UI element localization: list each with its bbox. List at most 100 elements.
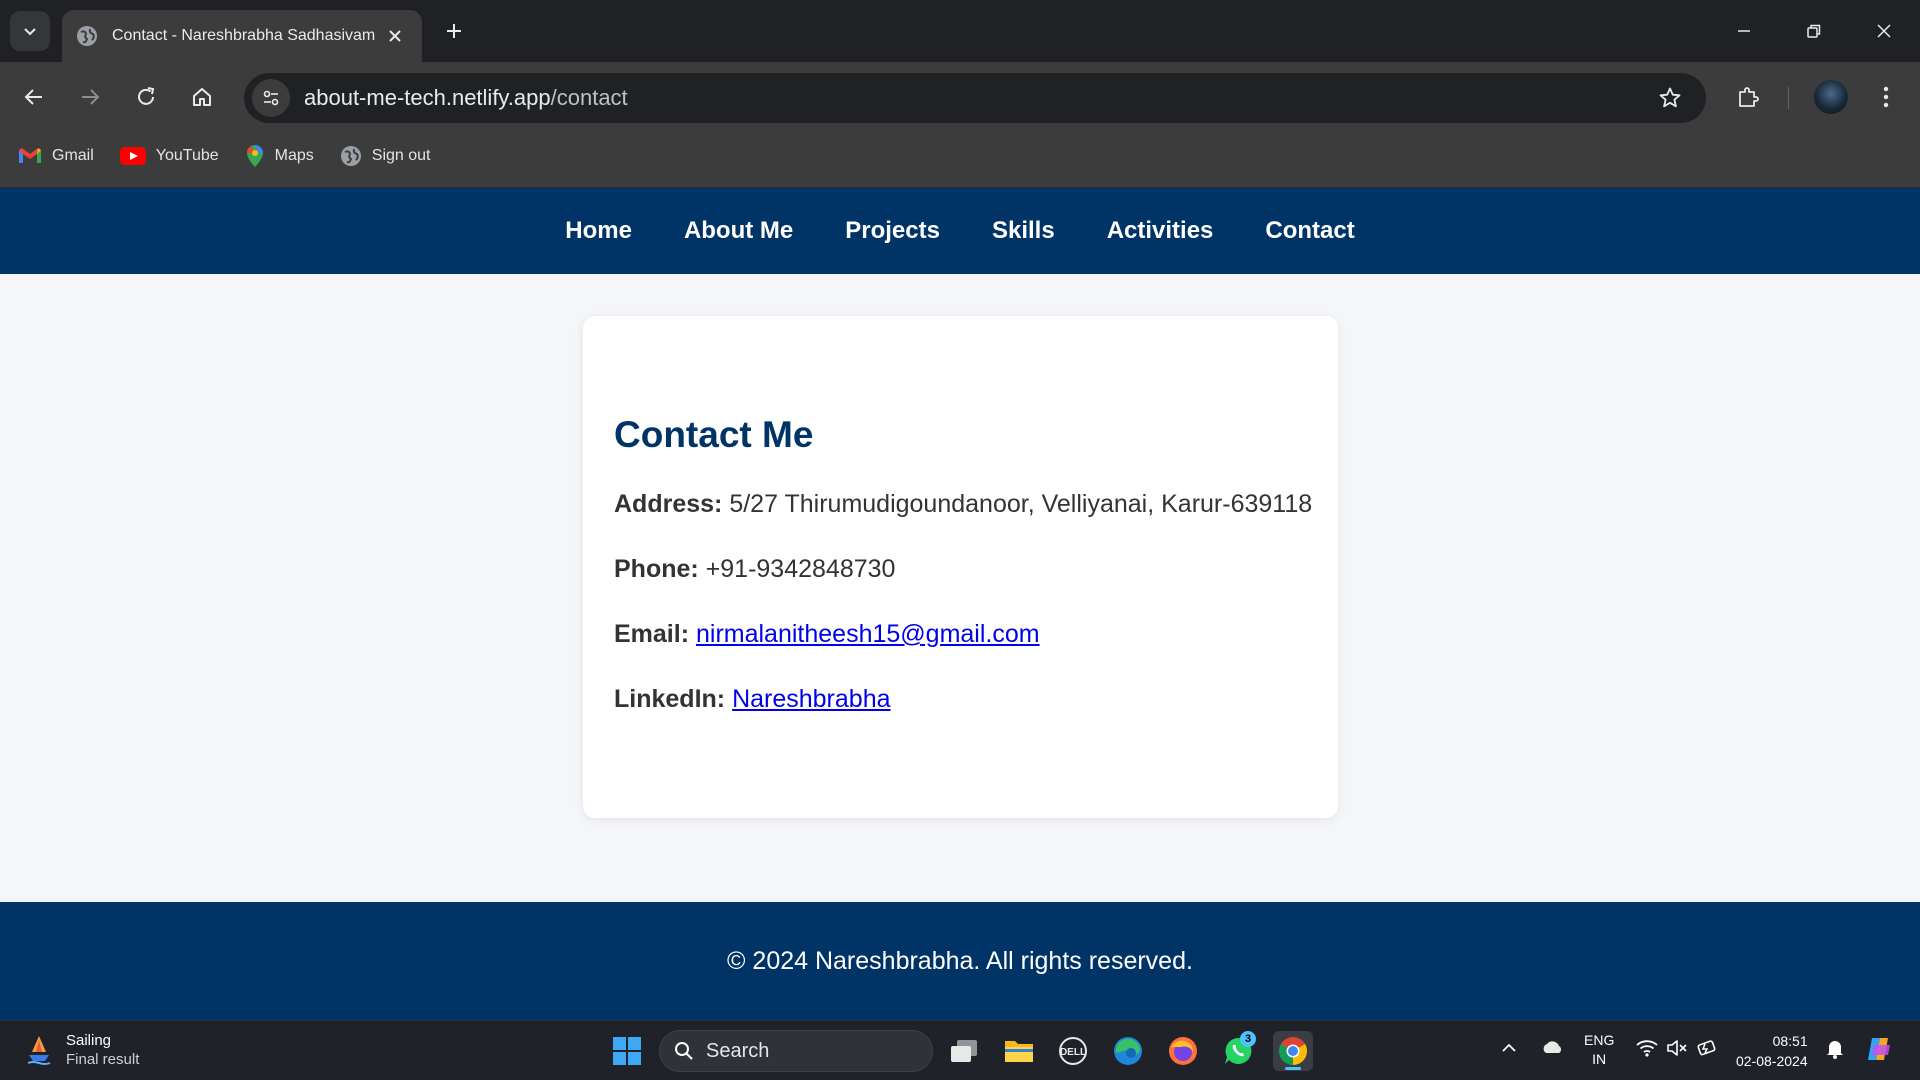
copilot-button[interactable] [1864,1035,1894,1066]
bookmark-label: Gmail [52,147,94,164]
forward-button[interactable] [70,77,110,117]
address-bar[interactable]: about-me-tech.netlify.app/contact [244,73,1706,123]
language-indicator[interactable]: ENG IN [1584,1031,1614,1069]
contact-card: Contact Me Address: 5/27 Thirumudigounda… [583,316,1338,818]
region-code: IN [1592,1051,1607,1067]
wifi-icon [1636,1040,1658,1057]
email-link[interactable]: nirmalanitheesh15@gmail.com [696,620,1040,648]
dell-app-button[interactable]: DELL [1053,1031,1093,1071]
extensions-button[interactable] [1728,77,1768,117]
close-icon [1877,24,1891,38]
home-icon [193,88,211,106]
firefox-button[interactable] [1163,1031,1203,1071]
search-icon [675,1042,693,1060]
sailing-icon [27,1036,51,1065]
nav-link-contact[interactable]: Contact [1265,217,1354,245]
globe-icon [340,146,361,166]
tab-search-button[interactable] [10,11,50,51]
battery-saver-icon [1697,1040,1716,1056]
url-text[interactable]: about-me-tech.netlify.app/contact [304,85,1650,111]
file-explorer-button[interactable] [999,1031,1039,1071]
bookmark-sign-out[interactable]: Sign out [340,145,431,167]
chevron-up-icon [1502,1043,1516,1052]
whatsapp-button[interactable]: 3 [1218,1031,1258,1071]
youtube-icon [119,147,146,165]
windows-icon [613,1037,641,1065]
url-path: /contact [550,85,628,110]
close-tab-button[interactable] [382,23,408,49]
home-button[interactable] [182,77,222,117]
firefox-icon [1169,1037,1197,1065]
windows-taskbar: Sailing Final result Search DELL 3 ENG I… [0,1020,1920,1080]
browser-menu-button[interactable] [1866,77,1906,117]
linkedin-row: LinkedIn: Nareshbrabha [614,685,1308,714]
weather-title: Sailing [66,1032,112,1049]
nav-link-activities[interactable]: Activities [1107,217,1214,245]
bookmark-gmail[interactable]: Gmail [18,147,94,165]
dell-icon: DELL [1059,1037,1087,1065]
nav-link-home[interactable]: Home [565,217,632,245]
back-button[interactable] [14,77,54,117]
language-code: ENG [1584,1032,1615,1048]
url-host: about-me-tech.netlify.app [304,85,551,110]
show-hidden-icons-button[interactable] [1500,1041,1518,1057]
clock-time: 08:51 [1772,1033,1808,1049]
restore-button[interactable] [1788,10,1840,52]
bookmark-youtube[interactable]: YouTube [119,147,219,165]
email-row: Email: nirmalanitheesh15@gmail.com [614,620,1308,649]
nav-link-skills[interactable]: Skills [992,217,1055,245]
site-info-button[interactable] [252,79,290,117]
battery-status[interactable] [1696,1038,1718,1061]
weather-widget[interactable]: Sailing Final result [26,1031,139,1069]
reload-button[interactable] [126,77,166,117]
phone-label: Phone: [614,555,699,583]
new-tab-button[interactable] [438,15,470,47]
volume-status[interactable] [1666,1039,1688,1060]
email-label: Email: [614,620,690,648]
task-view-icon [951,1040,977,1062]
onedrive-button[interactable] [1540,1039,1564,1058]
profile-avatar[interactable] [1814,80,1848,114]
linkedin-label: LinkedIn: [614,685,726,713]
active-tab[interactable]: Contact - Nareshbrabha Sadhasivam [62,10,422,62]
close-window-button[interactable] [1858,10,1910,52]
minimize-button[interactable] [1718,10,1770,52]
chrome-button[interactable] [1273,1031,1313,1071]
system-clock[interactable]: 08:51 02-08-2024 [1736,1031,1808,1071]
tab-strip: Contact - Nareshbrabha Sadhasivam [0,0,1920,62]
minimize-icon [1738,30,1750,32]
nav-link-projects[interactable]: Projects [845,217,940,245]
reload-icon [138,87,155,105]
task-view-button[interactable] [944,1031,984,1071]
bookmark-label: YouTube [155,147,219,164]
folder-icon [1005,1041,1033,1062]
edge-icon [1114,1037,1142,1065]
contact-heading: Contact Me [614,414,814,455]
start-button[interactable] [607,1031,647,1071]
toolbar-divider [1788,87,1789,109]
maps-icon [246,145,263,167]
chevron-down-icon [24,28,36,36]
footer-copyright: © 2024 Nareshbrabha. All rights reserved… [727,946,1193,975]
linkedin-link[interactable]: Nareshbrabha [732,685,890,713]
site-footer: © 2024 Nareshbrabha. All rights reserved… [0,902,1920,1020]
phone-row: Phone: +91-9342848730 [614,555,1308,584]
notification-badge: 3 [1240,1031,1256,1047]
tune-icon [263,90,279,106]
browser-toolbar: about-me-tech.netlify.app/contact [0,62,1920,132]
notifications-button[interactable] [1826,1039,1844,1062]
browser-chrome: Contact - Nareshbrabha Sadhasivam about-… [0,0,1920,188]
arrow-left-icon [24,89,42,105]
edge-browser-button[interactable] [1108,1031,1148,1071]
address-label: Address: [614,490,723,518]
wifi-status[interactable] [1636,1039,1658,1060]
bookmarks-bar: Gmail YouTube Maps Sign out [0,136,1920,176]
bell-icon [1827,1041,1843,1059]
bookmark-maps[interactable]: Maps [245,144,314,168]
cloud-icon [1543,1041,1562,1053]
nav-link-about-me[interactable]: About Me [684,217,793,245]
search-label: Search [706,1039,770,1062]
bookmark-star-button[interactable] [1650,78,1690,118]
taskbar-search[interactable]: Search [659,1030,933,1072]
more-vert-icon [1883,86,1889,108]
